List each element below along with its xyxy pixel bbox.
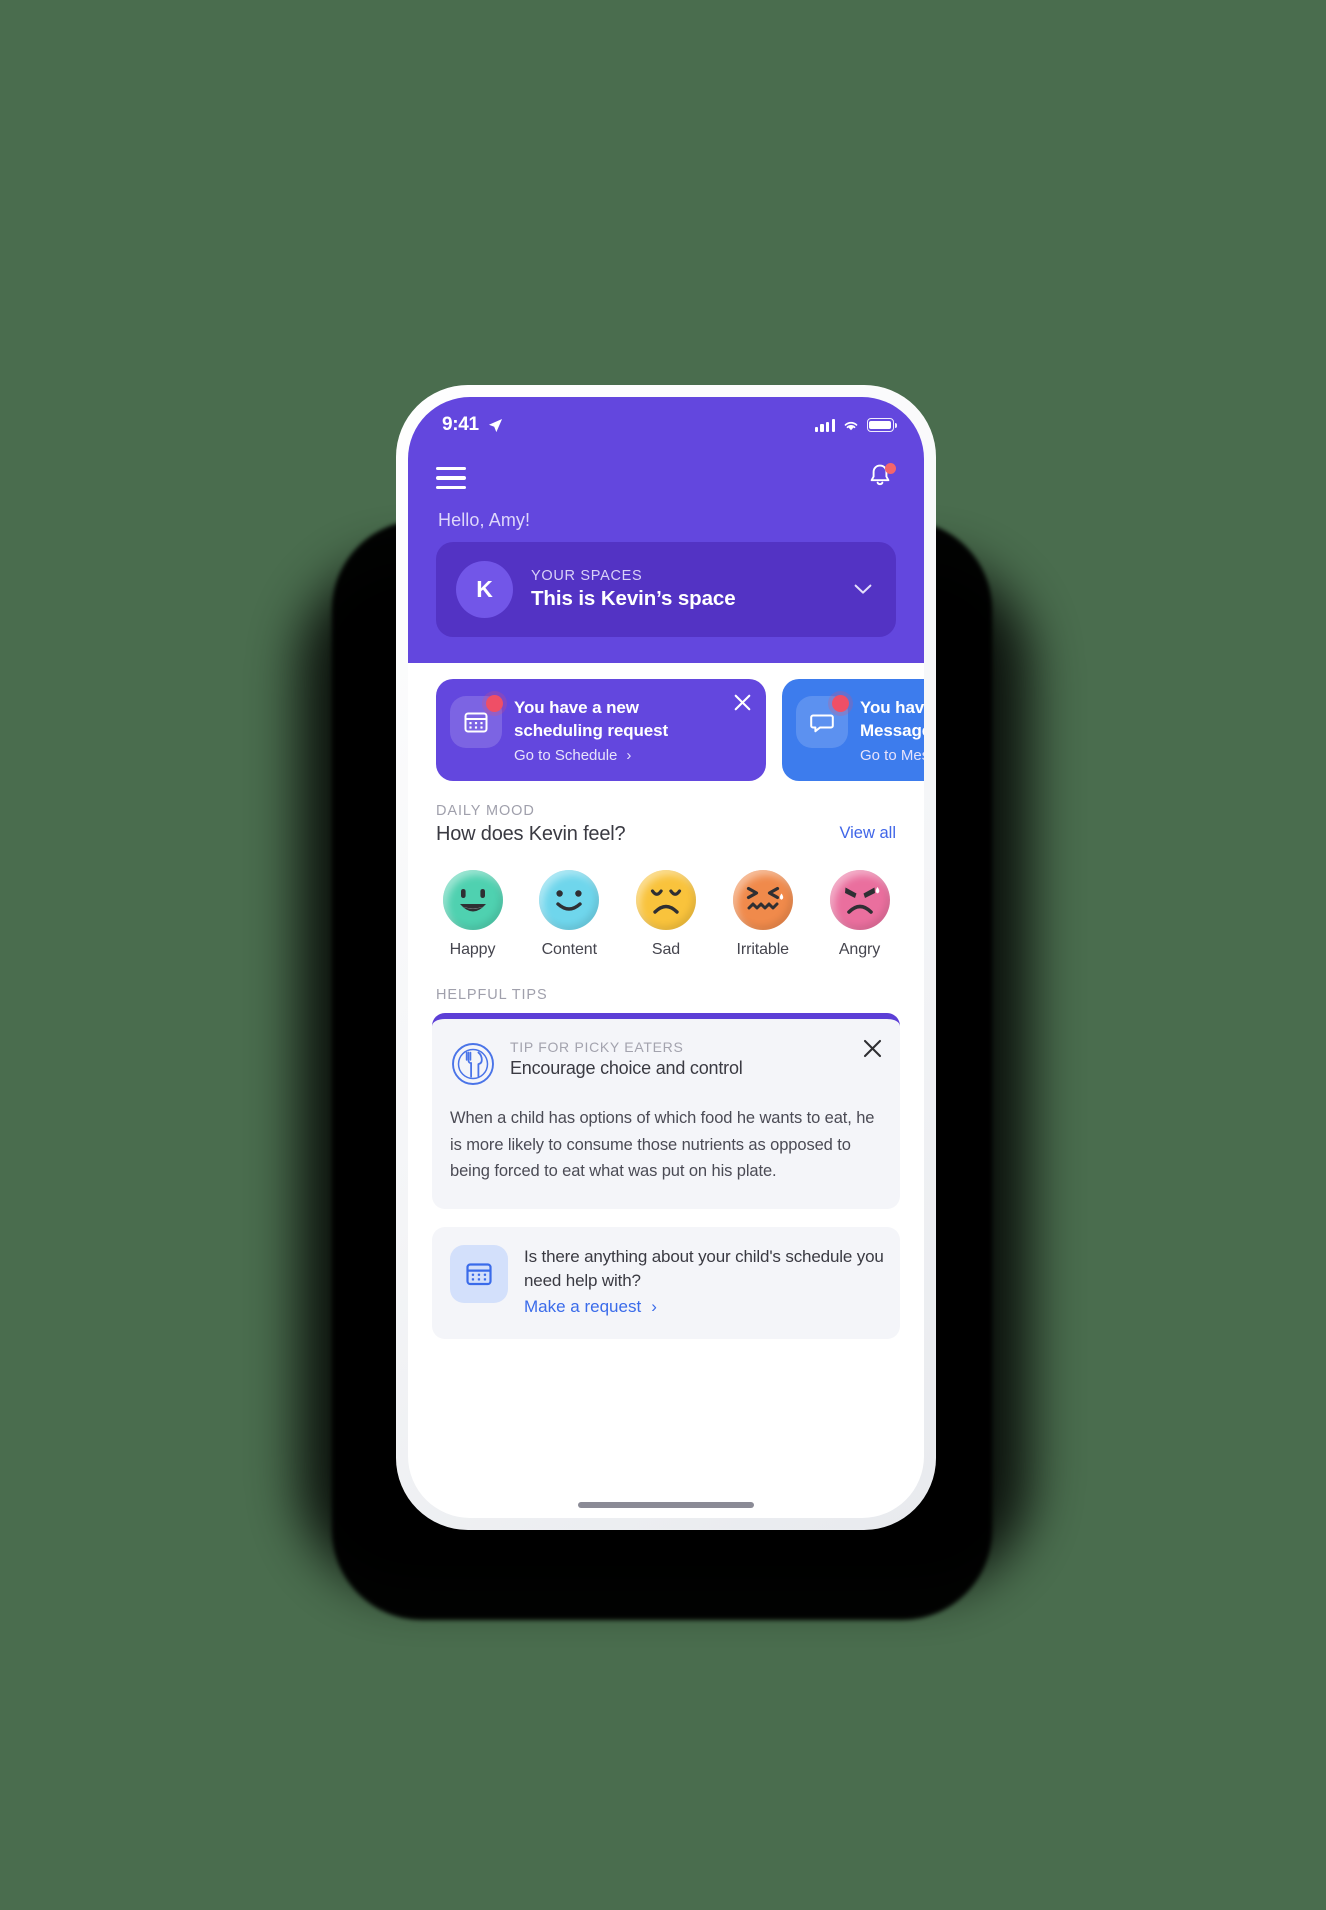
notification-link-label: Go to Messages: [860, 746, 924, 764]
chevron-down-icon[interactable]: [854, 584, 872, 595]
daily-mood-kicker: DAILY MOOD: [436, 802, 535, 819]
chevron-right-icon: ›: [651, 1297, 657, 1317]
status-time: 9:41: [442, 414, 479, 435]
notification-card-schedule[interactable]: You have a new scheduling request Go to …: [436, 679, 766, 781]
current-space-name: This is Kevin’s space: [531, 587, 736, 610]
notification-link-label: Go to Schedule: [514, 746, 618, 764]
request-card-body: Is there anything about your child's sch…: [524, 1245, 884, 1317]
mood-option-content[interactable]: Content: [533, 869, 606, 959]
status-bar-left: 9:41: [442, 414, 503, 436]
go-to-messages-link[interactable]: Go to Messages ›: [860, 747, 924, 764]
request-icon-box: [450, 1245, 508, 1304]
battery-icon: [867, 418, 897, 432]
greeting-text: Hello, Amy!: [438, 510, 531, 530]
view-all-link[interactable]: View all: [839, 824, 896, 846]
helpful-tips-kicker: HELPFUL TIPS: [436, 986, 548, 1003]
your-spaces-label: YOUR SPACES: [531, 568, 643, 584]
hamburger-menu-icon[interactable]: [436, 461, 466, 495]
your-spaces-selector[interactable]: K YOUR SPACES This is Kevin’s space: [436, 542, 896, 637]
make-a-request-link[interactable]: Make a request ›: [524, 1297, 884, 1317]
angry-face-icon: [829, 869, 890, 930]
plate-fork-knife-icon: [452, 1042, 494, 1085]
unread-dot: [486, 695, 503, 712]
tip-kicker: TIP FOR PICKY EATERS: [510, 1038, 684, 1055]
tip-title: Encourage choice and control: [510, 1057, 743, 1078]
chevron-right-icon: ›: [626, 746, 632, 764]
avatar: K: [456, 561, 513, 618]
daily-mood-section: DAILY MOOD How does Kevin feel? View all: [408, 781, 924, 959]
notification-title: You have a new Message: [860, 698, 924, 740]
mood-option-irritable[interactable]: Irritable: [726, 869, 799, 959]
notification-card-body: You have a new Message Go to Messages ›: [860, 696, 924, 764]
daily-mood-titles: DAILY MOOD How does Kevin feel?: [436, 802, 626, 846]
cellular-signal-icon: [814, 418, 835, 432]
notification-card-icon-wrap: [796, 695, 849, 748]
calendar-icon: [466, 1263, 492, 1286]
helpful-tip-card: TIP FOR PICKY EATERS Encourage choice an…: [432, 1012, 900, 1210]
irritable-face-icon: [732, 869, 793, 930]
close-icon[interactable]: [734, 694, 751, 711]
phone-screen: 9:41 Hello, Amy! K YOUR SPACES This is K…: [408, 397, 924, 1518]
space-info: YOUR SPACES This is Kevin’s space: [531, 568, 836, 611]
request-link-label: Make a request: [524, 1297, 642, 1317]
close-icon[interactable]: [863, 1039, 882, 1058]
tip-card-header: TIP FOR PICKY EATERS Encourage choice an…: [450, 1039, 878, 1087]
home-indicator: [578, 1502, 754, 1508]
status-bar-right: [814, 418, 897, 432]
happy-face-icon: [442, 869, 503, 930]
content-face-icon: [539, 869, 600, 930]
mood-label: Irritable: [736, 940, 790, 958]
daily-mood-title: How does Kevin feel?: [436, 822, 626, 845]
schedule-request-card[interactable]: Is there anything about your child's sch…: [432, 1227, 900, 1340]
message-bubble-icon: [810, 714, 834, 733]
wifi-icon: [844, 421, 858, 431]
daily-mood-header: DAILY MOOD How does Kevin feel? View all: [436, 781, 896, 846]
notification-card-body: You have a new scheduling request Go to …: [514, 696, 750, 764]
mood-option-happy[interactable]: Happy: [436, 869, 509, 959]
app-header: Hello, Amy! K YOUR SPACES This is Kevin’…: [408, 441, 924, 663]
mood-option-sad[interactable]: Sad: [630, 869, 703, 959]
mood-label: Happy: [449, 940, 496, 958]
request-prompt-text: Is there anything about your child's sch…: [524, 1247, 884, 1291]
notification-bell-button[interactable]: [868, 463, 896, 493]
notification-card-icon-wrap: [450, 695, 503, 748]
notification-title: You have a new scheduling request: [514, 698, 669, 740]
mood-label: Angry: [838, 940, 881, 958]
phone-device-frame: 9:41 Hello, Amy! K YOUR SPACES This is K…: [396, 385, 936, 1530]
mood-option-angry[interactable]: Angry: [823, 869, 896, 959]
status-bar: 9:41: [408, 397, 924, 441]
sad-face-icon: [636, 869, 696, 930]
mood-options-row: Happy Content Sad Irritable Angry: [436, 869, 896, 959]
mood-label: Sad: [651, 940, 681, 958]
unread-dot: [832, 695, 849, 712]
mood-label: Content: [541, 940, 597, 958]
tip-card-headings: TIP FOR PICKY EATERS Encourage choice an…: [510, 1039, 743, 1079]
notification-card-message[interactable]: You have a new Message Go to Messages ›: [782, 679, 924, 781]
header-toolbar: [436, 455, 896, 501]
go-to-schedule-link[interactable]: Go to Schedule ›: [514, 747, 750, 764]
notification-cards-carousel[interactable]: You have a new scheduling request Go to …: [408, 663, 924, 781]
location-arrow-icon: [488, 418, 502, 432]
notification-badge-dot: [885, 463, 896, 474]
tip-body-text: When a child has options of which food h…: [450, 1108, 875, 1181]
calendar-icon: [464, 712, 488, 733]
